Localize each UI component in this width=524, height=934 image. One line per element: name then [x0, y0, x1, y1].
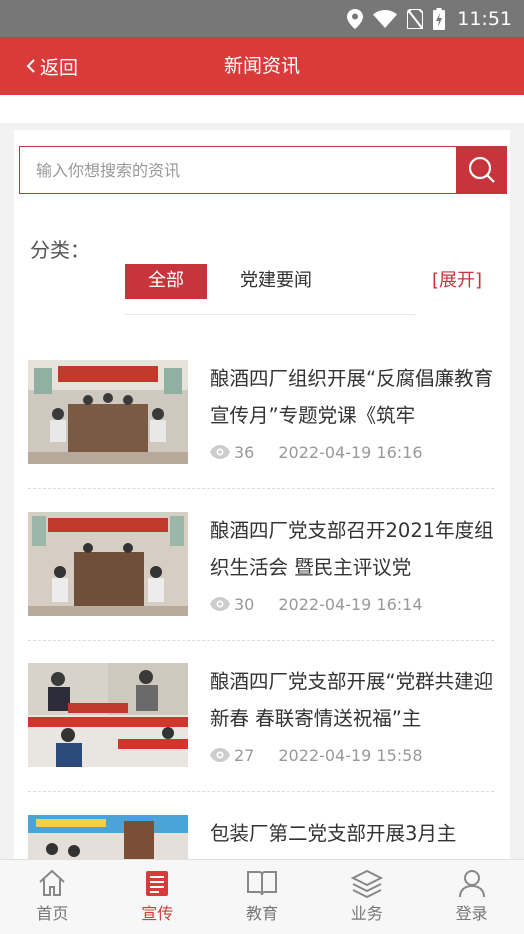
book-icon — [246, 871, 277, 896]
search-icon — [468, 156, 495, 183]
search-box — [19, 146, 507, 194]
nav-login[interactable]: 登录 — [419, 860, 524, 934]
news-item[interactable]: 酿酒四厂党支部开展“党群共建迎新春 春联寄情送祝福”主 27 2022-04-1… — [28, 663, 494, 813]
nav-login-label: 登录 — [455, 904, 488, 923]
tab-divider — [125, 314, 415, 315]
news-meta: 27 2022-04-19 15:58 — [210, 743, 423, 767]
item-divider — [28, 488, 494, 489]
news-thumbnail — [28, 512, 188, 616]
status-bar: 11:51 — [0, 0, 524, 37]
wifi-icon — [373, 9, 398, 28]
bottom-nav: 首页 宣传 教育 业务 登录 — [0, 859, 524, 934]
news-item[interactable]: 酿酒四厂党支部召开2021年度组织生活会 暨民主评议党 30 2022-04-1… — [28, 512, 494, 662]
nav-education-label: 教育 — [245, 904, 278, 923]
nav-home-label: 首页 — [36, 904, 69, 923]
status-icons: 11:51 — [347, 0, 512, 37]
news-date: 2022-04-19 16:14 — [278, 594, 423, 614]
news-item[interactable]: 酿酒四厂组织开展“反腐倡廉教育宣传月”专题党课《筑牢 36 2022-04-19… — [28, 360, 494, 510]
news-card: 分类： 全部 党建要闻 [展开] 酿酒四厂组织开展“反腐倡廉教育宣传月”专题党课… — [14, 130, 510, 860]
nav-publicity[interactable]: 宣传 — [105, 860, 210, 934]
news-item[interactable]: 包装厂第二党支部开展3月主 — [28, 815, 494, 860]
user-icon — [458, 870, 485, 898]
no-sim-icon — [407, 8, 424, 29]
nav-publicity-label: 宣传 — [141, 904, 174, 923]
layers-icon — [350, 869, 383, 898]
app-header: 返回 新闻资讯 — [0, 37, 524, 95]
news-views: 27 — [234, 745, 255, 765]
news-title: 酿酒四厂党支部开展“党群共建迎新春 春联寄情送祝福”主 — [210, 670, 494, 730]
news-title: 酿酒四厂组织开展“反腐倡廉教育宣传月”专题党课《筑牢 — [210, 367, 494, 427]
eye-icon — [210, 445, 230, 459]
location-icon — [347, 8, 364, 29]
eye-icon — [210, 748, 230, 762]
page-title: 新闻资讯 — [223, 55, 300, 77]
news-date: 2022-04-19 16:16 — [278, 442, 423, 462]
nav-home[interactable]: 首页 — [0, 860, 105, 934]
news-date: 2022-04-19 15:58 — [278, 745, 423, 765]
news-meta: 36 2022-04-19 16:16 — [210, 440, 423, 464]
status-time: 11:51 — [457, 7, 512, 30]
news-title: 酿酒四厂党支部召开2021年度组织生活会 暨民主评议党 — [210, 519, 494, 579]
nav-business-label: 业务 — [350, 904, 383, 923]
home-icon — [39, 869, 66, 896]
back-label: 返回 — [40, 56, 79, 79]
header-spacer — [0, 95, 524, 123]
news-views: 30 — [234, 594, 255, 614]
document-icon — [146, 871, 169, 896]
item-divider — [28, 791, 494, 792]
news-title: 包装厂第二党支部开展3月主 — [210, 822, 457, 845]
back-button[interactable]: 返回 — [26, 37, 78, 95]
chevron-left-icon — [26, 59, 35, 73]
item-divider — [28, 640, 494, 641]
news-thumbnail — [28, 663, 188, 767]
news-thumbnail — [28, 360, 188, 464]
news-meta: 30 2022-04-19 16:14 — [210, 592, 423, 616]
tab-all[interactable]: 全部 — [125, 264, 207, 299]
category-label: 分类： — [30, 238, 90, 262]
nav-business[interactable]: 业务 — [314, 860, 419, 934]
eye-icon — [210, 597, 230, 611]
battery-icon — [433, 7, 446, 30]
news-thumbnail — [28, 815, 188, 860]
news-views: 36 — [234, 442, 255, 462]
tab-party-news[interactable]: 党建要闻 — [240, 264, 312, 297]
expand-button[interactable]: [展开] — [432, 264, 482, 297]
search-button[interactable] — [456, 146, 507, 194]
nav-education[interactable]: 教育 — [210, 860, 315, 934]
search-input[interactable] — [20, 147, 458, 193]
